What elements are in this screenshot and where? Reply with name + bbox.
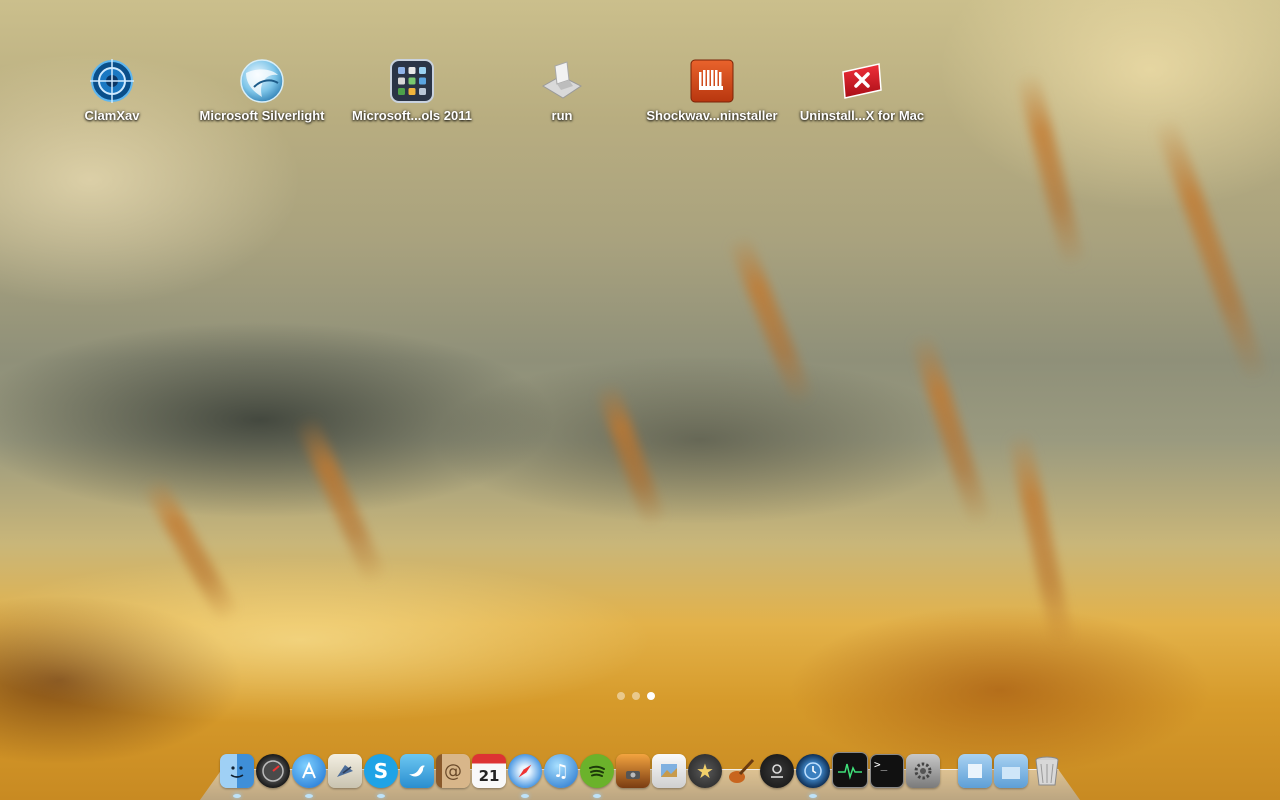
app-uninstall-flash-player[interactable]: Uninstall...X for Mac	[787, 56, 937, 123]
documents-stack-icon[interactable]	[958, 754, 992, 788]
applications-stack-icon[interactable]	[994, 754, 1028, 788]
app-run[interactable]: run	[487, 56, 637, 123]
address-book-icon[interactable]: @	[436, 754, 470, 788]
trash-icon[interactable]	[1030, 754, 1064, 788]
page-dot-current[interactable]	[647, 692, 655, 700]
wheat-stalk	[1152, 114, 1270, 386]
shockwave-icon	[687, 56, 737, 106]
iphoto-icon[interactable]	[616, 754, 650, 788]
wheat-stalk	[727, 232, 815, 408]
app-store-icon[interactable]	[292, 754, 326, 798]
twitter-icon[interactable]	[400, 754, 434, 788]
time-machine-icon[interactable]	[796, 754, 830, 798]
spotify-icon[interactable]	[580, 754, 614, 798]
safari-icon[interactable]	[508, 754, 542, 798]
wheat-stalk	[1016, 70, 1086, 270]
uninstall-flash-icon	[837, 56, 887, 106]
imovie-icon[interactable]: ★	[688, 754, 722, 788]
garageband-icon[interactable]	[724, 754, 758, 788]
skype-icon[interactable]: S	[364, 754, 398, 798]
system-preferences-icon[interactable]	[906, 754, 940, 788]
wheat-stalk	[294, 413, 388, 587]
app-label: ClamXav	[84, 108, 140, 123]
wheat-stalk	[1007, 430, 1075, 650]
run-icon	[537, 56, 587, 106]
wheat-stalk	[909, 331, 993, 529]
dock: S @ 21 ♫ ★ >_	[200, 748, 1080, 800]
app-microsoft-office-tools-folder[interactable]: Microsoft...ols 2011	[337, 56, 487, 123]
page-dot[interactable]	[617, 692, 625, 700]
app-label: Shockwav...ninstaller	[646, 108, 778, 123]
preview-icon[interactable]	[652, 754, 686, 788]
app-label: Uninstall...X for Mac	[799, 108, 925, 123]
terminal-icon[interactable]: >_	[870, 754, 904, 788]
mail-icon[interactable]	[328, 754, 362, 788]
calendar-day: 21	[478, 767, 500, 785]
app-label: run	[551, 108, 573, 123]
app-label: Microsoft...ols 2011	[352, 108, 472, 123]
app-clamxav[interactable]: ClamXav	[37, 56, 187, 123]
silverlight-icon	[237, 56, 287, 106]
page-indicator	[617, 692, 655, 700]
dashboard-icon[interactable]	[256, 754, 290, 788]
app-shockwave-uninstaller[interactable]: Shockwav...ninstaller	[637, 56, 787, 123]
activity-monitor-icon[interactable]	[832, 752, 868, 788]
dock-items: S @ 21 ♫ ★ >_	[220, 752, 1066, 798]
itunes-icon[interactable]: ♫	[544, 754, 578, 788]
calendar-icon[interactable]: 21	[472, 754, 506, 788]
app-microsoft-silverlight[interactable]: Microsoft Silverlight	[187, 56, 337, 123]
office-tools-folder-icon	[387, 56, 437, 106]
app-label: Microsoft Silverlight	[199, 108, 325, 123]
page-dot[interactable]	[632, 692, 640, 700]
camera-icon[interactable]	[760, 754, 794, 788]
finder-icon[interactable]	[220, 754, 254, 798]
clamxav-icon	[87, 56, 137, 106]
wheat-stalk	[141, 475, 241, 625]
launchpad-background: ClamXav Microsoft Silverlight Microsoft.…	[0, 0, 1280, 800]
wheat-stalk	[595, 380, 667, 530]
